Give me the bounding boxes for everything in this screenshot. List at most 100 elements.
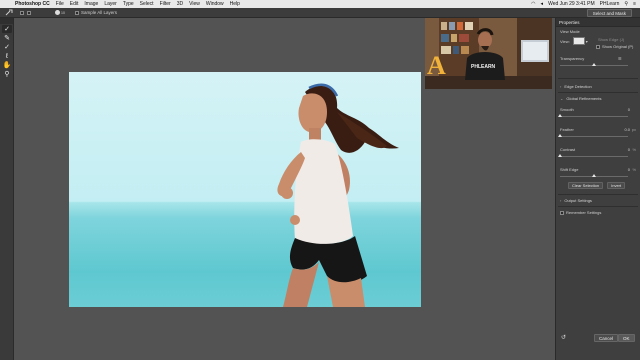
transparency-slider[interactable]: [560, 63, 628, 66]
menu-filter[interactable]: Filter: [160, 1, 171, 7]
panel-divider: [558, 194, 638, 195]
brush-size-value: 10: [61, 10, 65, 15]
selection-mode-buttons: [20, 10, 31, 15]
brush-tip-icon: [55, 10, 61, 15]
output-settings-section[interactable]: › Output Settings: [560, 198, 636, 203]
show-edge-label: Show Edge (J): [598, 37, 625, 42]
hand-tool-button[interactable]: ✋: [2, 61, 12, 69]
contrast-value[interactable]: 0: [628, 147, 630, 152]
menu-file[interactable]: File: [56, 1, 64, 7]
tab-properties[interactable]: Properties: [556, 18, 640, 27]
contrast-unit: %: [632, 147, 636, 152]
webcam-overlay: A PHLEARN: [425, 18, 552, 89]
menu-image[interactable]: Image: [84, 1, 98, 7]
feather-value[interactable]: 0.0: [624, 127, 630, 132]
wifi-icon[interactable]: ◠: [531, 1, 535, 7]
new-selection-button[interactable]: [20, 10, 24, 15]
invert-button[interactable]: Invert: [607, 182, 626, 189]
tool-preset-picker[interactable]: [2, 9, 16, 17]
refine-edge-brush-icon: ✎: [4, 35, 10, 42]
view-mode-dropdown-icon[interactable]: ▾: [586, 39, 588, 44]
smooth-slider-thumb[interactable]: [558, 114, 562, 117]
ok-button[interactable]: OK: [618, 334, 635, 342]
view-mode-label: View Mode: [560, 29, 580, 34]
show-original-option[interactable]: Show Original (P): [596, 44, 636, 49]
menu-3d[interactable]: 3D: [177, 1, 183, 7]
transparency-menu-icon[interactable]: ☰: [618, 56, 622, 61]
shift-edge-label: Shift Edge: [560, 167, 579, 172]
sample-all-layers-checkbox[interactable]: [75, 10, 79, 15]
shift-edge-row: Shift Edge: [560, 167, 636, 172]
lasso-tool-button[interactable]: ℓ: [2, 52, 12, 60]
transparency-label: Transparency: [560, 56, 585, 61]
output-settings-label: Output Settings: [564, 198, 592, 203]
global-refinements-caret-icon: ⌄: [560, 96, 564, 101]
view-label: View:: [560, 38, 570, 44]
feather-slider[interactable]: [558, 134, 628, 137]
list-icon[interactable]: ≡: [633, 1, 636, 7]
panel-divider: [558, 206, 638, 207]
edge-detection-caret-icon: ›: [560, 84, 562, 89]
tools-panel: ✓ ✎ ✓ ℓ ✋ ⚲: [0, 18, 14, 360]
brush-size-picker[interactable]: 10: [55, 9, 65, 17]
global-refinements-section[interactable]: ⌄ Global Refinements: [560, 96, 636, 101]
view-mode-header: View Mode: [560, 29, 636, 34]
clear-selection-button[interactable]: Clear Selection: [568, 182, 604, 189]
reset-icon[interactable]: ↺: [561, 334, 566, 341]
user-name[interactable]: PHLearn: [600, 1, 620, 7]
lasso-icon: ℓ: [5, 52, 9, 60]
menu-select[interactable]: Select: [140, 1, 154, 7]
document-canvas[interactable]: [69, 72, 421, 307]
shift-edge-slider[interactable]: [560, 174, 628, 177]
output-settings-caret-icon: ›: [560, 198, 562, 203]
show-original-label: Show Original (P): [602, 44, 634, 49]
select-and-mask-button[interactable]: Select and Mask: [586, 9, 632, 17]
transparency-slider-thumb[interactable]: [592, 63, 596, 66]
menu-view[interactable]: View: [189, 1, 200, 7]
view-mode-thumbnail[interactable]: [572, 37, 585, 45]
menu-edit[interactable]: Edit: [70, 1, 79, 7]
edge-detection-section[interactable]: › Edge Detection: [560, 84, 636, 89]
smooth-slider[interactable]: [558, 114, 628, 117]
smooth-value[interactable]: 0: [628, 107, 630, 112]
refine-buttons: Clear Selection Invert: [568, 182, 636, 189]
quick-selection-icon: ✓: [4, 26, 10, 33]
brush-tool-button[interactable]: ✓: [2, 43, 12, 51]
sample-all-layers-label: Sample All Layers: [81, 10, 118, 15]
shift-edge-value[interactable]: 0: [628, 167, 630, 172]
cancel-button[interactable]: Cancel: [594, 334, 619, 342]
menu-type[interactable]: Type: [123, 1, 134, 7]
global-refinements-label: Global Refinements: [566, 96, 602, 101]
clock-text[interactable]: Wed Jun 29 3:41 PM: [548, 1, 595, 7]
smooth-label: Smooth: [560, 107, 574, 112]
menu-window[interactable]: Window: [206, 1, 224, 7]
menubar-status-area: ◠ ◂ Wed Jun 29 3:41 PM PHLearn ⚲ ≡: [531, 0, 636, 8]
search-icon[interactable]: ⚲: [624, 1, 628, 7]
contrast-row: Contrast: [560, 147, 636, 152]
refine-edge-brush-button[interactable]: ✎: [2, 34, 12, 42]
remember-settings-checkbox[interactable]: [560, 210, 564, 215]
menu-help[interactable]: Help: [230, 1, 240, 7]
contrast-slider[interactable]: [558, 154, 628, 157]
contrast-slider-thumb[interactable]: [558, 154, 562, 157]
add-to-selection-button[interactable]: [27, 10, 31, 15]
sample-all-layers-option[interactable]: Sample All Layers: [75, 10, 117, 15]
volume-icon[interactable]: ◂: [541, 1, 544, 7]
macos-menu-bar: Photoshop CC File Edit Image Layer Type …: [0, 0, 640, 8]
feather-slider-thumb[interactable]: [558, 134, 562, 137]
zoom-icon: ⚲: [4, 71, 10, 78]
transparency-options[interactable]: ☰: [618, 56, 636, 61]
zoom-tool-button[interactable]: ⚲: [2, 70, 12, 78]
smooth-row: Smooth: [560, 107, 636, 112]
menu-layer[interactable]: Layer: [104, 1, 117, 7]
webcam-scene: A PHLEARN: [425, 18, 552, 89]
edge-detection-label: Edge Detection: [564, 84, 592, 89]
show-original-checkbox[interactable]: [596, 44, 600, 49]
panel-divider: [558, 92, 638, 93]
show-edge-option[interactable]: Show Edge (J): [598, 37, 636, 42]
shift-edge-slider-thumb[interactable]: [592, 174, 596, 177]
remember-settings-option[interactable]: Remember Settings: [560, 210, 636, 215]
quick-selection-tool-button[interactable]: ✓: [2, 25, 12, 33]
shift-edge-unit: %: [632, 167, 636, 172]
menu-app-name[interactable]: Photoshop CC: [15, 1, 50, 7]
